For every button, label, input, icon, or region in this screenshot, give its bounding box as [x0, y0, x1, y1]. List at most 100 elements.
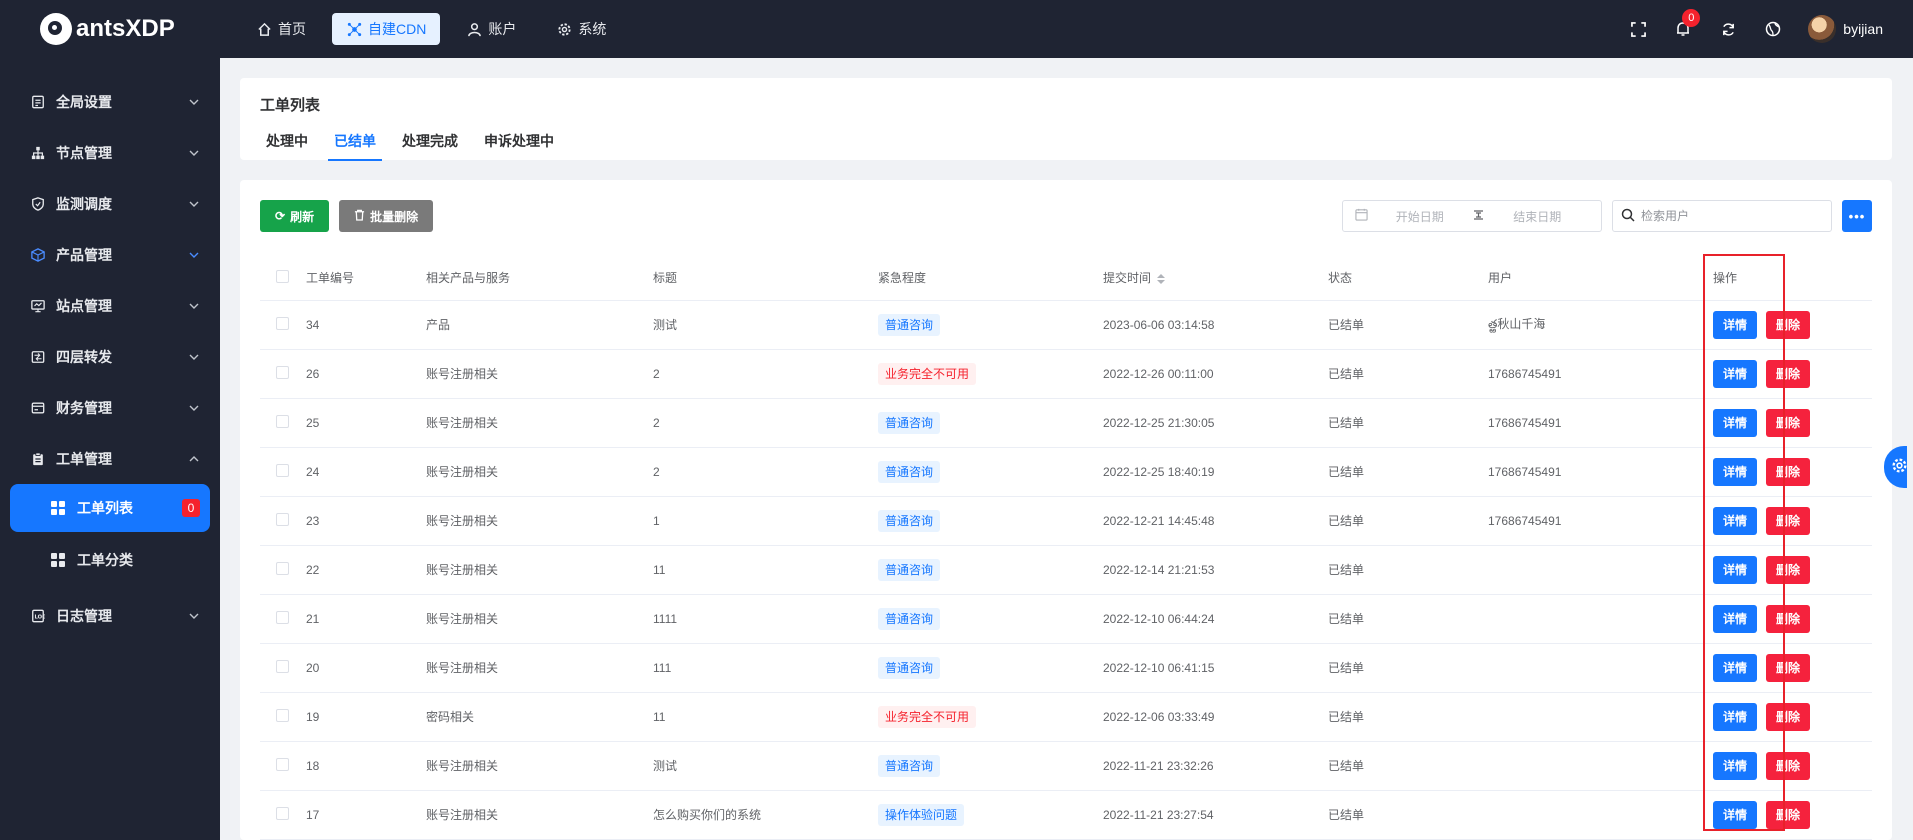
chevron-down-icon	[188, 147, 200, 159]
ticket-title: 2	[653, 447, 878, 497]
row-checkbox[interactable]	[276, 561, 289, 575]
row-checkbox[interactable]	[276, 708, 289, 722]
topnav-account[interactable]: 账户	[452, 13, 530, 45]
detail-button[interactable]: 详情	[1713, 310, 1758, 339]
urgency-tag: 普通咨询	[878, 607, 941, 630]
grid-icon	[51, 501, 65, 515]
row-checkbox[interactable]	[276, 757, 289, 771]
fullscreen-icon[interactable]	[1627, 18, 1649, 40]
ticket-submit-time: 2022-12-25 18:40:19	[1103, 447, 1328, 497]
notification-bell-icon[interactable]: 0	[1672, 9, 1701, 40]
sidebar-menu-finance[interactable]: 财务管理	[0, 382, 220, 433]
chevron-down-icon	[188, 300, 200, 312]
sidebar-menu-monitoring[interactable]: 监测调度	[0, 178, 220, 229]
page-scrollbar[interactable]	[1907, 58, 1913, 840]
sort-icon[interactable]	[1157, 274, 1166, 285]
col-submit-time-cell[interactable]: 提交时间	[1103, 256, 1328, 301]
page-title: 工单列表	[260, 97, 321, 114]
urgency-tag: 业务完全不可用	[878, 705, 977, 728]
ticket-submit-time: 2022-11-21 23:32:26	[1103, 741, 1328, 791]
search-input[interactable]	[1641, 209, 1811, 223]
refresh-button[interactable]: ⟳ 刷新	[260, 200, 330, 232]
ticket-product: 账号注册相关	[426, 594, 653, 644]
end-date-input[interactable]: 结束日期	[1486, 208, 1590, 225]
start-date-input[interactable]: 开始日期	[1368, 208, 1472, 225]
clipboard-icon	[30, 451, 46, 467]
delete-button[interactable]: 删除	[1766, 800, 1811, 829]
user-search-box[interactable]	[1612, 200, 1832, 232]
topnav-cdn[interactable]: 自建CDN	[332, 13, 441, 45]
detail-button[interactable]: 详情	[1713, 457, 1758, 486]
sidebar-menu-tickets[interactable]: 工单管理	[0, 433, 220, 484]
ticket-status: 已结单	[1328, 545, 1488, 595]
ticket-id: 18	[306, 741, 426, 791]
delete-button[interactable]: 删除	[1766, 457, 1811, 486]
tab-appeal[interactable]: 申诉处理中	[478, 131, 560, 161]
ticket-actions-cell: 详情 删除	[1699, 349, 1872, 399]
delete-button[interactable]: 删除	[1766, 653, 1811, 682]
select-all-checkbox[interactable]	[276, 269, 289, 283]
row-checkbox[interactable]	[276, 610, 289, 624]
ticket-id: 17	[306, 790, 426, 840]
user-menu[interactable]: byijian	[1808, 15, 1883, 43]
col-product: 相关产品与服务	[426, 256, 653, 301]
topnav-system[interactable]: 系统	[542, 13, 620, 45]
sidebar-item-ticket-category[interactable]: 工单分类	[10, 536, 210, 584]
ticket-id: 34	[306, 300, 426, 350]
sidebar-item-ticket-list[interactable]: 工单列表 0	[10, 484, 210, 532]
tab-processing[interactable]: 处理中	[260, 131, 314, 161]
detail-button[interactable]: 详情	[1713, 359, 1758, 388]
ticket-status: 已结单	[1328, 349, 1488, 399]
table-row: 34 产品 测试 普通咨询 2023-06-06 03:14:58 已结单 త్ఱ秋山千海详…	[260, 300, 1872, 350]
date-range-picker[interactable]: 开始日期 结束日期	[1342, 200, 1602, 232]
more-options-button[interactable]: •••	[1842, 200, 1872, 232]
sidebar-menu-label: 节点管理	[56, 144, 112, 161]
sidebar-menu-node-management[interactable]: 节点管理	[0, 127, 220, 178]
sidebar-menu-sites[interactable]: 站点管理	[0, 280, 220, 331]
detail-button[interactable]: 详情	[1713, 506, 1758, 535]
ticket-submit-time: 2022-12-25 21:30:05	[1103, 398, 1328, 448]
top-bar: antsXDP 首页 自建CDN 账户 系统 0 byijian	[0, 0, 1913, 58]
detail-button[interactable]: 详情	[1713, 800, 1758, 829]
urgency-tag: 操作体验问题	[878, 803, 965, 826]
detail-button[interactable]: 详情	[1713, 555, 1758, 584]
delete-button[interactable]: 删除	[1766, 310, 1811, 339]
row-checkbox[interactable]	[276, 463, 289, 477]
topnav-home[interactable]: 首页	[242, 13, 320, 45]
ticket-id: 26	[306, 349, 426, 399]
delete-button[interactable]: 删除	[1766, 555, 1811, 584]
refresh-icon[interactable]	[1717, 18, 1739, 40]
delete-button[interactable]: 删除	[1766, 359, 1811, 388]
detail-button[interactable]: 详情	[1713, 408, 1758, 437]
bulk-delete-button[interactable]: 批量删除	[339, 200, 434, 232]
delete-button[interactable]: 删除	[1766, 702, 1811, 731]
sidebar-menu-global-settings[interactable]: 全局设置	[0, 76, 220, 127]
delete-button[interactable]: 删除	[1766, 408, 1811, 437]
table-row: 24 账号注册相关 2 普通咨询 2022-12-25 18:40:19 已结单 17686…	[260, 447, 1872, 497]
detail-button[interactable]: 详情	[1713, 702, 1758, 731]
ticket-title: 测试	[653, 741, 878, 791]
tab-completed[interactable]: 处理完成	[396, 131, 464, 161]
row-checkbox[interactable]	[276, 806, 289, 820]
tab-closed[interactable]: 已结单	[328, 131, 382, 161]
detail-button[interactable]: 详情	[1713, 604, 1758, 633]
brand-logo[interactable]: antsXDP	[0, 0, 220, 58]
urgency-tag: 普通咨询	[878, 411, 941, 434]
sidebar-menu-products[interactable]: 产品管理	[0, 229, 220, 280]
row-checkbox-cell	[260, 790, 306, 840]
urgency-tag: 普通咨询	[878, 656, 941, 679]
sidebar-menu-l4-forwarding[interactable]: 四层转发	[0, 331, 220, 382]
row-checkbox[interactable]	[276, 659, 289, 673]
delete-button[interactable]: 删除	[1766, 604, 1811, 633]
sidebar-menu-logs[interactable]: LOG 日志管理	[0, 590, 220, 641]
row-checkbox[interactable]	[276, 365, 289, 379]
delete-button[interactable]: 删除	[1766, 506, 1811, 535]
row-checkbox[interactable]	[276, 414, 289, 428]
row-checkbox[interactable]	[276, 316, 289, 330]
globe-icon[interactable]	[1762, 18, 1784, 40]
detail-button[interactable]: 详情	[1713, 751, 1758, 780]
detail-button[interactable]: 详情	[1713, 653, 1758, 682]
urgency-tag: 普通咨询	[878, 754, 941, 777]
row-checkbox[interactable]	[276, 512, 289, 526]
delete-button[interactable]: 删除	[1766, 751, 1811, 780]
